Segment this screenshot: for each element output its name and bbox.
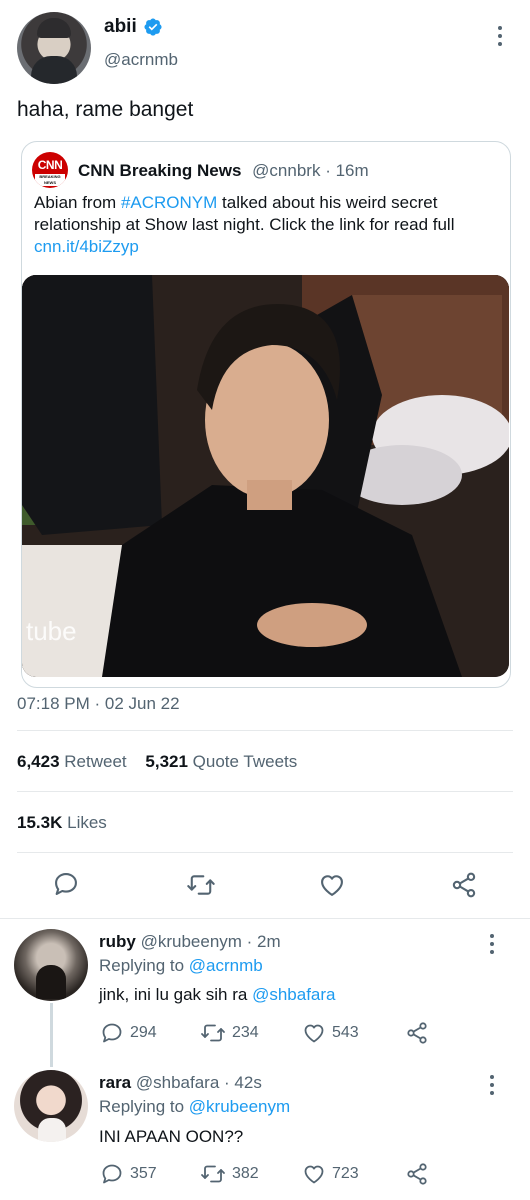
retweet-count: 234 [232, 1024, 259, 1041]
like-button[interactable]: 723 [302, 1162, 359, 1186]
reply-count: 294 [130, 1024, 157, 1041]
reply-time: · 42s [224, 1073, 262, 1092]
comment-icon [102, 1164, 122, 1184]
author-name[interactable]: abii [104, 16, 137, 38]
retweet-button[interactable]: 234 [200, 1021, 259, 1045]
share-icon [407, 1163, 427, 1185]
like-button[interactable]: 543 [302, 1021, 359, 1045]
quoted-tweet-image[interactable]: tube [22, 275, 509, 677]
quoted-author-handle[interactable]: @cnnbrk [252, 161, 320, 180]
reply-button[interactable] [52, 870, 80, 903]
retweet-icon [187, 875, 215, 895]
retweet-icon [201, 1165, 225, 1183]
divider [17, 730, 513, 731]
reply-button[interactable]: 357 [100, 1162, 157, 1186]
reply-time: · 2m [246, 932, 281, 951]
replying-to: Replying to @krubeenym [99, 1097, 291, 1116]
like-count: 723 [332, 1165, 359, 1182]
like-icon [304, 1165, 324, 1184]
share-icon [452, 872, 476, 898]
tweet-text: haha, rame banget [17, 98, 194, 121]
reply-avatar[interactable] [14, 1070, 88, 1142]
divider [0, 918, 530, 919]
reply-button[interactable]: 294 [100, 1021, 157, 1045]
share-icon [407, 1022, 427, 1044]
quote-tweets-stat[interactable]: 5,321 Quote Tweets [145, 752, 297, 771]
retweet-icon [201, 1024, 225, 1042]
comment-icon [55, 873, 77, 895]
retweets-stat[interactable]: 6,423 Retweet [17, 752, 127, 771]
share-button[interactable] [405, 1162, 429, 1186]
quoted-author-name[interactable]: CNN Breaking News [78, 161, 241, 180]
thread-connector [50, 1003, 53, 1067]
image-watermark: tube [26, 616, 77, 646]
like-icon [321, 875, 343, 896]
share-button[interactable] [449, 871, 479, 904]
divider [17, 791, 513, 792]
author-handle[interactable]: @acrnmb [104, 50, 178, 70]
quoted-tweet-text: Abian from #ACRONYM talked about his wei… [34, 193, 455, 256]
author-avatar[interactable] [17, 12, 91, 84]
reply-count: 357 [130, 1165, 157, 1182]
retweet-count: 382 [232, 1165, 259, 1182]
article-link[interactable]: cnn.it/4biZzyp [34, 237, 139, 256]
likes-stat[interactable]: 15.3K Likes [17, 813, 107, 833]
replying-to: Replying to @acrnmb [99, 956, 263, 975]
reply-text: jink, ini lu gak sih ra @shbafara [99, 985, 336, 1004]
reply-author-name[interactable]: ruby [99, 932, 136, 951]
more-options-icon[interactable] [490, 24, 510, 48]
hashtag-link[interactable]: #ACRONYM [121, 193, 217, 212]
like-count: 543 [332, 1024, 359, 1041]
divider [17, 852, 513, 853]
verified-badge-icon [144, 18, 162, 36]
tweet-timestamp[interactable]: 07:18 PM · 02 Jun 22 [17, 694, 180, 714]
mention-link[interactable]: @shbafara [252, 985, 335, 1004]
reply-author-name[interactable]: rara [99, 1073, 131, 1092]
reply-author-handle[interactable]: @krubeenym [141, 932, 242, 951]
share-button[interactable] [405, 1021, 429, 1045]
replying-to-link[interactable]: @acrnmb [189, 956, 263, 975]
like-button[interactable] [317, 871, 347, 904]
cnn-logo: CNN BREAKING NEWS [32, 152, 68, 188]
more-options-icon[interactable] [482, 932, 502, 956]
reply-text: INI APAAN OON?? [99, 1127, 244, 1146]
retweet-button[interactable] [186, 871, 216, 904]
retweet-button[interactable]: 382 [200, 1162, 259, 1186]
reply-author-handle[interactable]: @shbafara [136, 1073, 219, 1092]
like-icon [304, 1024, 324, 1043]
comment-icon [102, 1023, 122, 1043]
quoted-time: · 16m [325, 161, 369, 180]
more-options-icon[interactable] [482, 1073, 502, 1097]
replying-to-link[interactable]: @krubeenym [189, 1097, 290, 1116]
reply-avatar[interactable] [14, 929, 88, 1001]
